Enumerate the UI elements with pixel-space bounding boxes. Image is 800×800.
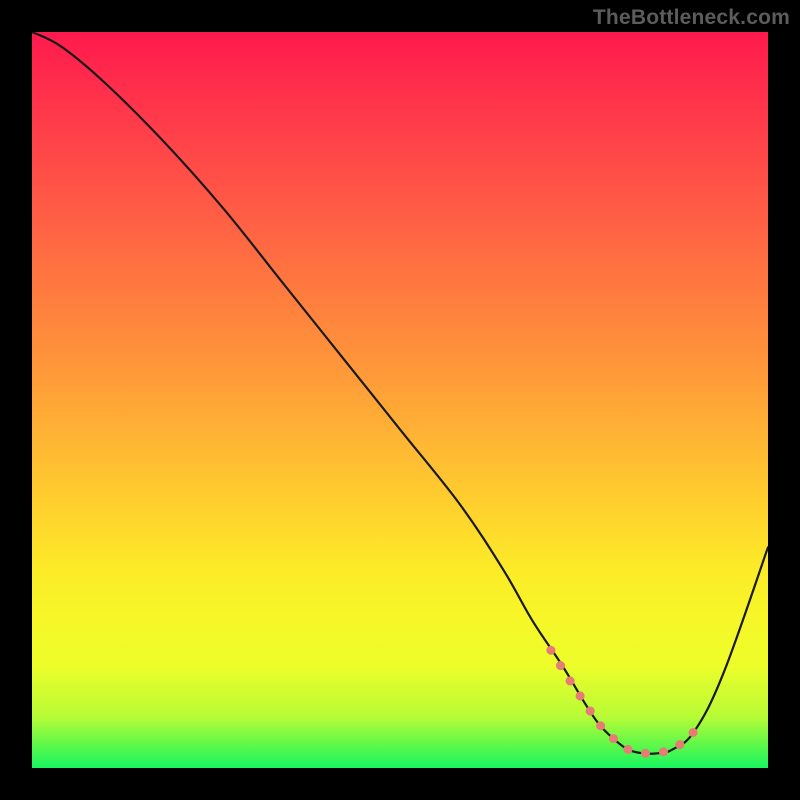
bottleneck-curve-line bbox=[32, 32, 768, 754]
optimal-range-dots bbox=[551, 650, 695, 753]
chart-frame: TheBottleneck.com bbox=[0, 0, 800, 800]
plot-area bbox=[32, 32, 768, 768]
chart-svg bbox=[32, 32, 768, 768]
watermark-text: TheBottleneck.com bbox=[593, 6, 790, 30]
